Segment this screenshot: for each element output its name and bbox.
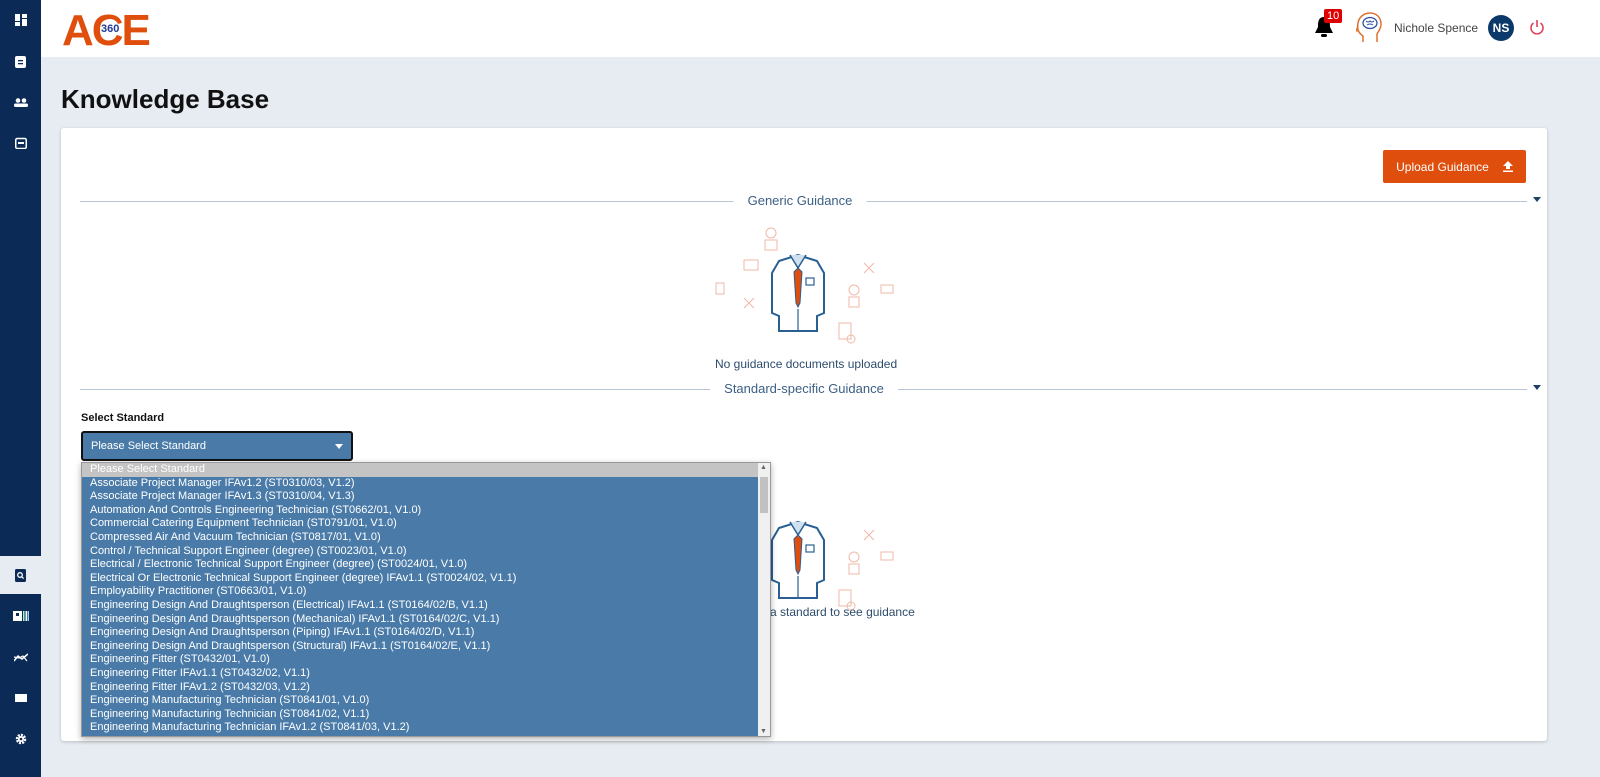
sidebar-item-knowledge-base[interactable] [0, 556, 41, 594]
generic-guidance-divider[interactable]: Generic Guidance [80, 193, 1541, 208]
sidebar-item-settings[interactable] [0, 720, 41, 758]
notification-button[interactable]: 10 [1313, 9, 1343, 45]
chevron-down-icon[interactable] [1533, 197, 1541, 202]
dropdown-option[interactable]: Compressed Air And Vacuum Technician (ST… [82, 531, 770, 545]
chevron-down-icon [335, 444, 343, 449]
chevron-down-icon[interactable] [1533, 385, 1541, 390]
empty-shirt-illustration [715, 227, 894, 344]
dropdown-option[interactable]: Engineering Manufacturing Technician (ST… [82, 708, 770, 722]
dashboard-icon [14, 14, 27, 26]
svg-text:360: 360 [101, 23, 119, 35]
dropdown-option[interactable]: Engineering Design And Draughtsperson (S… [82, 640, 770, 654]
scroll-up-icon[interactable]: ▲ [760, 464, 767, 471]
dropdown-option[interactable]: Electrical Or Electronic Technical Suppo… [82, 572, 770, 586]
notification-badge: 10 [1324, 9, 1343, 23]
dropdown-option[interactable]: Engineering Design And Draughtsperson (P… [82, 626, 770, 640]
display-icon [14, 694, 27, 702]
sidebar [0, 0, 41, 777]
dropdown-option[interactable]: Commercial Catering Equipment Technician… [82, 517, 770, 531]
select-standard-dropdown[interactable]: Please Select Standard [81, 431, 353, 461]
sidebar-item-calendar[interactable] [0, 124, 41, 162]
select-value: Please Select Standard [91, 440, 206, 452]
dropdown-option[interactable]: Engineering Manufacturing Technician IFA… [82, 721, 770, 735]
select-standard-label: Select Standard [81, 412, 165, 424]
brain-head-icon[interactable] [1356, 12, 1382, 44]
sidebar-item-display[interactable] [0, 679, 41, 717]
page-title: Knowledge Base [61, 84, 270, 114]
dropdown-option[interactable]: Associate Project Manager IFAv1.3 (ST031… [82, 490, 770, 504]
top-header: ACE360 10 Nichole Spence NS [41, 0, 1600, 57]
trend-icon [13, 652, 28, 661]
ace360-logo[interactable]: ACE360 [62, 6, 162, 55]
user-name[interactable]: Nichole Spence [1394, 21, 1478, 35]
clipboard-icon [15, 55, 26, 68]
gear-icon [15, 733, 26, 745]
sidebar-item-users[interactable] [0, 83, 41, 121]
dropdown-option[interactable]: Automation And Controls Engineering Tech… [82, 504, 770, 518]
standard-guidance-label: Standard-specific Guidance [710, 381, 898, 396]
generic-empty-message: No guidance documents uploaded [715, 357, 898, 371]
sidebar-item-id-card[interactable] [0, 597, 41, 635]
dropdown-option[interactable]: Engineering Design And Draughtsperson (M… [82, 613, 770, 627]
document-search-icon [15, 568, 26, 582]
standard-guidance-divider[interactable]: Standard-specific Guidance [80, 381, 1541, 396]
upload-icon [1502, 161, 1513, 172]
sidebar-item-analytics[interactable] [0, 638, 41, 676]
dropdown-option[interactable]: Employability Practitioner (ST0663/01, V… [82, 585, 770, 599]
power-icon[interactable] [1529, 19, 1545, 36]
id-card-icon [12, 611, 29, 621]
calendar-icon [14, 137, 27, 149]
scrollbar[interactable]: ▲ ▼ [758, 463, 770, 736]
sidebar-item-dashboard[interactable] [0, 1, 41, 39]
dropdown-option[interactable]: Engineering Design And Draughtsperson (E… [82, 599, 770, 613]
scroll-down-icon[interactable]: ▼ [760, 728, 767, 735]
dropdown-option[interactable]: Electrical / Electronic Technical Suppor… [82, 558, 770, 572]
standard-empty-message: a standard to see guidance [770, 605, 915, 619]
dropdown-option[interactable]: Engineering Manufacturing Technician (ST… [82, 694, 770, 708]
upload-label: Upload Guidance [1396, 159, 1489, 174]
users-icon [13, 97, 28, 107]
dropdown-option[interactable]: Control / Technical Support Engineer (de… [82, 545, 770, 559]
sidebar-item-clipboard[interactable] [0, 42, 41, 80]
upload-guidance-button[interactable]: Upload Guidance [1383, 150, 1526, 183]
dropdown-option[interactable]: Engineering Fitter IFAv1.1 (ST0432/02, V… [82, 667, 770, 681]
dropdown-option[interactable]: Please Select Standard [82, 463, 770, 477]
scrollbar-thumb[interactable] [760, 477, 768, 513]
dropdown-option[interactable]: Engineering Fitter (ST0432/01, V1.0) [82, 653, 770, 667]
avatar[interactable]: NS [1488, 15, 1514, 41]
dropdown-option[interactable]: Associate Project Manager IFAv1.2 (ST031… [82, 477, 770, 491]
dropdown-option[interactable]: Engineering Fitter IFAv1.2 (ST0432/03, V… [82, 681, 770, 695]
standard-options-list[interactable]: Please Select Standard Associate Project … [81, 462, 771, 737]
generic-guidance-label: Generic Guidance [733, 193, 867, 208]
